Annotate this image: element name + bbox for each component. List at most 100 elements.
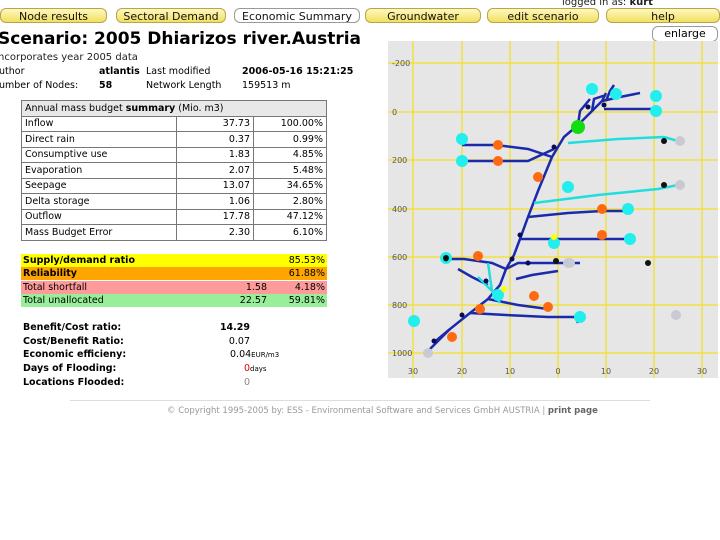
y-tick-label: 400 [392, 205, 407, 214]
cost-benefit-value: 0.07 [228, 336, 250, 347]
junction-node [431, 338, 437, 344]
economic-efficiency-value: 0.04EUR/m3 [230, 349, 280, 360]
economic-efficiency-label: Economic efficieny: [23, 349, 127, 360]
demand-node [529, 291, 539, 301]
junction-node [483, 278, 489, 284]
y-tick-label: 600 [392, 253, 407, 262]
table-row: Outflow 17.78 47.12% [21, 208, 327, 225]
y-tick-label: 0 [392, 108, 397, 117]
benefit-cost-label: Benefit/Cost ratio: [23, 322, 122, 333]
enlarge-button[interactable]: enlarge [652, 26, 718, 42]
demand-node [493, 156, 503, 166]
table-row: Inflow 37.73 100.00% [21, 115, 327, 132]
table-row: Mass Budget Error 2.30 6.10% [21, 224, 327, 241]
copyright-text: © Copyright 1995-2005 by: ESS - Environm… [167, 406, 540, 416]
junction-node [585, 104, 591, 110]
mass-budget-title: Annual mass budget summary (Mio. m3) [21, 100, 327, 117]
outlet-node [671, 310, 681, 320]
ratio-value: 22.57 [239, 295, 267, 306]
benefit-cost-value: 14.29 [219, 322, 250, 333]
supply-node [650, 90, 662, 102]
demand-node [597, 230, 607, 240]
ratio-label: Total shortfall [23, 282, 88, 293]
junction-node [517, 232, 523, 238]
tab-groundwater[interactable]: Groundwater [365, 8, 481, 23]
supply-node [586, 83, 598, 95]
demand-node [493, 140, 503, 150]
outlet-node [423, 348, 433, 358]
supply-node [624, 233, 636, 245]
junction-node [509, 256, 515, 262]
supply-node [610, 88, 622, 100]
x-tick-label: 10 [601, 367, 611, 376]
reservoir-node [571, 120, 585, 134]
login-status: logged in as: kurt [562, 0, 653, 8]
control-node [443, 255, 449, 261]
modified-value: 2006-05-16 15:21:25 [242, 66, 354, 77]
nodes-label: umber of Nodes: [0, 80, 79, 91]
control-node [661, 182, 667, 188]
page-title: Scenario: 2005 Dhiarizos river.Austria [0, 29, 362, 49]
print-page-link[interactable]: print page [548, 406, 598, 416]
ratio-row: Total unallocated 22.57 59.81% [21, 294, 327, 307]
mass-budget-table: Annual mass budget summary (Mio. m3) Inf… [21, 100, 327, 241]
login-user: kurt [629, 0, 653, 8]
y-tick-label: 800 [392, 301, 407, 310]
gauge-node [551, 234, 557, 240]
network-map[interactable]: -200 0 200 400 600 800 1000 30 20 10 0 10 20 30 [388, 41, 718, 378]
ratio-row: Reliability 61.88% [21, 267, 327, 280]
junction-node [601, 102, 607, 108]
ratio-label: Supply/demand ratio [23, 255, 135, 266]
table-row: Seepage 13.07 34.65% [21, 177, 327, 194]
tab-sectoral-demand[interactable]: Sectoral Demand [116, 8, 226, 23]
ratio-row: Supply/demand ratio 85.53% [21, 254, 327, 267]
x-tick-label: 20 [649, 367, 659, 376]
y-tick-label: -200 [392, 59, 410, 68]
supply-node [650, 105, 662, 117]
tab-help[interactable]: help [606, 8, 720, 23]
control-node [553, 258, 559, 264]
table-row: Evaporation 2.07 5.48% [21, 162, 327, 179]
outlet-node [675, 180, 685, 190]
login-prefix: logged in as: [562, 0, 627, 8]
nodes-value: 58 [99, 80, 113, 91]
x-tick-label: 0 [555, 367, 560, 376]
mass-budget-header: Annual mass budget summary (Mio. m3) [21, 100, 327, 117]
ratio-pct: 4.18% [294, 282, 325, 293]
supply-node [456, 155, 468, 167]
x-tick-label: 20 [457, 367, 467, 376]
tab-edit-scenario[interactable]: edit scenario [487, 8, 599, 23]
footer: © Copyright 1995-2005 by: ESS - Environm… [167, 406, 598, 416]
supply-node [574, 311, 586, 323]
author-label: uthor [0, 66, 25, 77]
demand-node [533, 172, 543, 182]
footer-separator: | [539, 406, 548, 416]
modified-label: Last modified [146, 66, 211, 77]
page-subtitle: ncorporates year 2005 data [0, 52, 138, 63]
ratio-label: Reliability [23, 268, 77, 279]
outlet-node [675, 136, 685, 146]
supply-node [408, 315, 420, 327]
x-tick-label: 10 [505, 367, 515, 376]
tab-node-results[interactable]: Node results [0, 8, 107, 23]
author-value: atlantis [99, 66, 140, 77]
tab-bar: Node results Sectoral Demand Economic Su… [0, 0, 720, 28]
x-tick-label: 30 [408, 367, 418, 376]
days-flooding-value: 0days [244, 363, 267, 374]
demand-node [597, 204, 607, 214]
table-row: Consumptive use 1.83 4.85% [21, 146, 327, 163]
gauge-node [501, 286, 507, 292]
tab-economic-summary[interactable]: Economic Summary [234, 8, 360, 23]
supply-node [622, 203, 634, 215]
locations-flooded-value: 0 [244, 377, 251, 388]
junction-node [525, 260, 531, 266]
junction-node [551, 144, 557, 150]
control-node [661, 138, 667, 144]
demand-node [475, 304, 485, 314]
y-tick-label: 200 [392, 156, 407, 165]
y-tick-label: 1000 [392, 349, 412, 358]
table-row: Direct rain 0.37 0.99% [21, 131, 327, 148]
ratio-pct: 59.81% [288, 295, 325, 306]
ratio-pct: 85.53% [288, 255, 325, 266]
demand-node [447, 332, 457, 342]
